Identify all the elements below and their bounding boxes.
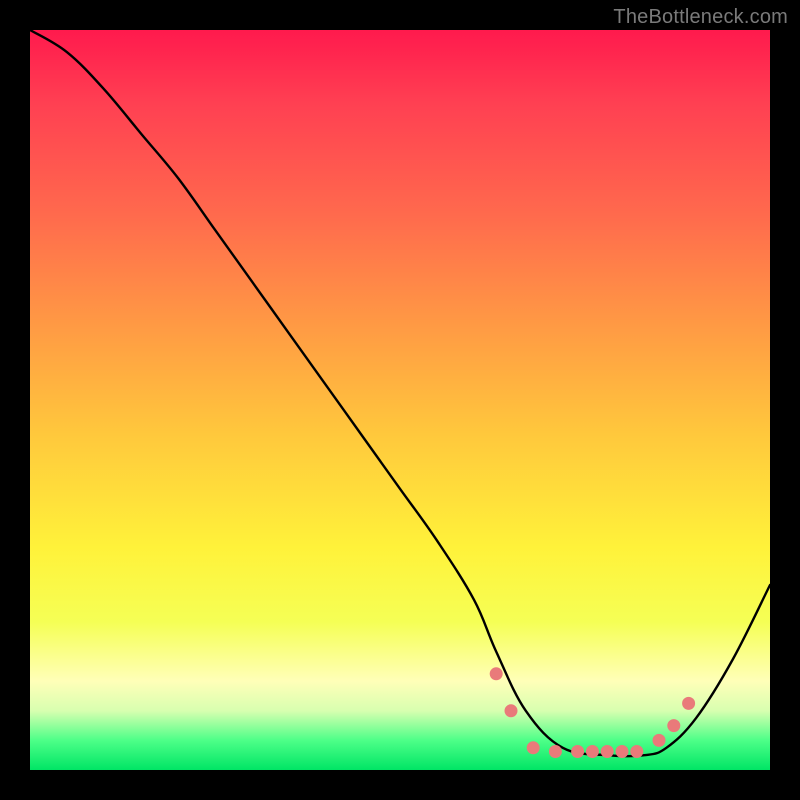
highlight-dot xyxy=(616,745,629,758)
highlight-dot xyxy=(630,745,643,758)
highlight-dot xyxy=(505,704,518,717)
highlight-dot xyxy=(586,745,599,758)
plot-area xyxy=(30,30,770,770)
highlight-dot xyxy=(653,734,666,747)
highlight-dot xyxy=(571,745,584,758)
highlight-dot xyxy=(490,667,503,680)
highlight-dot xyxy=(527,741,540,754)
highlight-dot xyxy=(549,745,562,758)
highlight-dot xyxy=(667,719,680,732)
curve-svg xyxy=(30,30,770,770)
watermark-text: TheBottleneck.com xyxy=(613,6,788,29)
highlight-dot xyxy=(601,745,614,758)
bottleneck-curve xyxy=(30,30,770,756)
chart-frame: TheBottleneck.com xyxy=(0,0,800,800)
highlight-dots xyxy=(490,667,695,758)
highlight-dot xyxy=(682,697,695,710)
